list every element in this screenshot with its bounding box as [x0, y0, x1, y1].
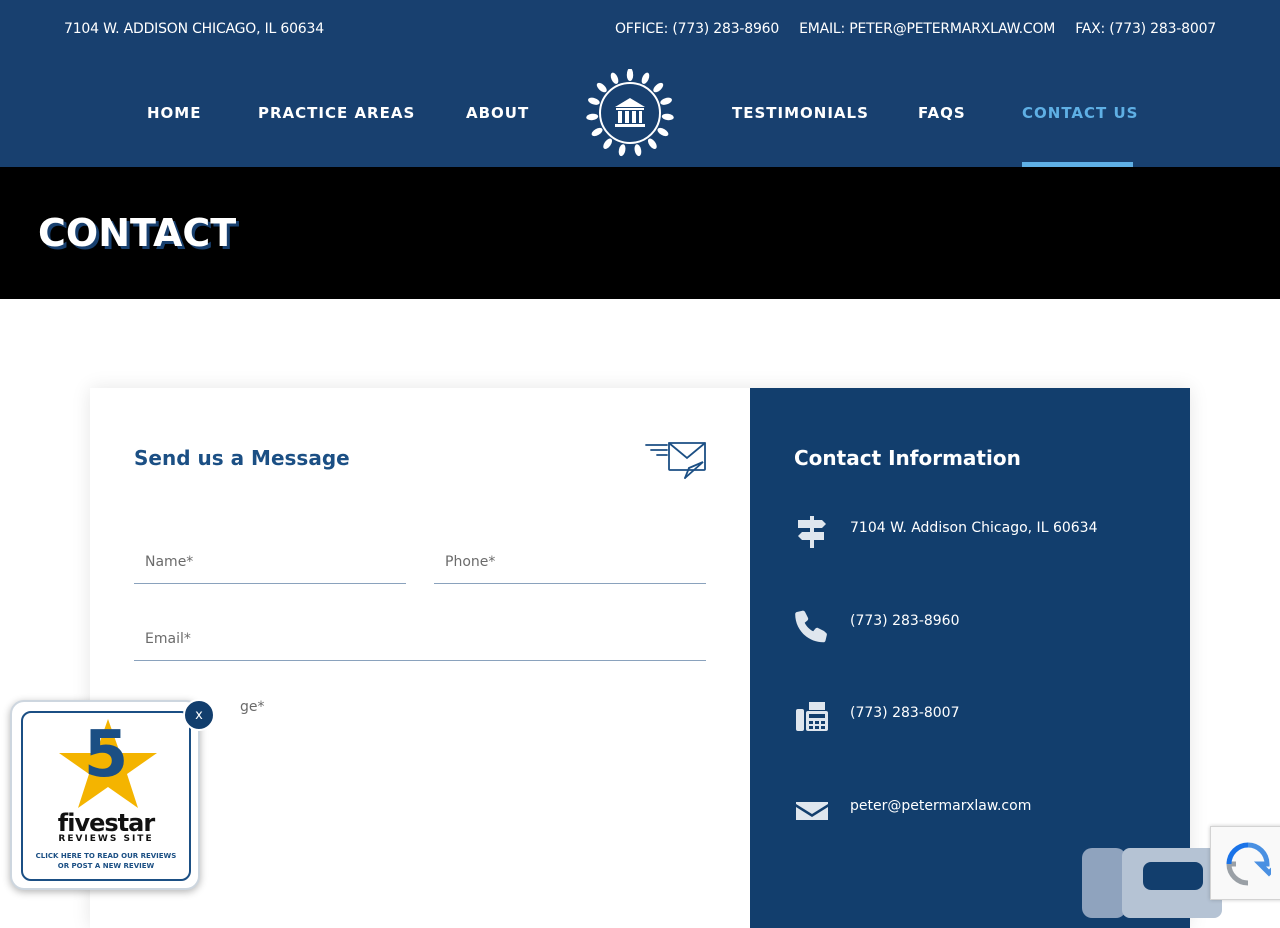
badge-cta[interactable]: CLICK HERE TO READ OUR REVIEWS OR POST A…	[23, 851, 189, 871]
top-address[interactable]: 7104 W. ADDISON CHICAGO, IL 60634	[64, 21, 324, 37]
info-fax[interactable]: (773) 283-8007	[850, 705, 960, 721]
phone-field[interactable]	[434, 540, 706, 584]
name-field[interactable]	[134, 540, 406, 584]
info-phone-row: (773) 283-8960	[794, 607, 1164, 647]
info-email-row: peter@petermarxlaw.com	[794, 792, 1164, 832]
recaptcha-badge[interactable]	[1210, 826, 1280, 900]
contact-info-panel: Contact Information 7104 W. Addison Chic…	[750, 388, 1222, 928]
badge-number: 5	[83, 718, 129, 792]
top-office-phone[interactable]: OFFICE: (773) 283-8960	[615, 21, 779, 37]
info-address[interactable]: 7104 W. Addison Chicago, IL 60634	[850, 520, 1097, 536]
courthouse-laurel-logo[interactable]	[586, 69, 674, 157]
main-nav: HOME PRACTICE AREAS ABOUT TESTIMONIALS F…	[0, 62, 1280, 167]
message-label[interactable]: ge*	[240, 699, 265, 715]
name-input[interactable]	[134, 540, 406, 583]
nav-practice-areas[interactable]: PRACTICE AREAS	[258, 104, 415, 122]
nav-home[interactable]: HOME	[147, 104, 201, 122]
top-contacts: OFFICE: (773) 283-8960 EMAIL: PETER@PETE…	[615, 21, 1216, 37]
top-contact-bar: 7104 W. ADDISON CHICAGO, IL 60634 OFFICE…	[0, 0, 1280, 62]
recaptcha-icon	[1226, 842, 1271, 886]
form-title: Send us a Message	[134, 446, 350, 470]
phone-input[interactable]	[434, 540, 706, 583]
page-title: CONTACT	[38, 211, 237, 255]
contact-card: Send us a Message ge* Contact Informatio…	[90, 388, 1222, 928]
top-fax[interactable]: FAX: (773) 283-8007	[1075, 21, 1216, 37]
fax-icon	[796, 702, 828, 731]
nav-faqs[interactable]: FAQS	[918, 104, 966, 122]
badge-site: REVIEWS SITE	[58, 834, 154, 844]
page-hero: CONTACT	[0, 167, 1280, 299]
signpost-icon	[798, 516, 826, 548]
email-input[interactable]	[134, 617, 706, 660]
decorative-shape	[1082, 848, 1222, 918]
email-field[interactable]	[134, 617, 706, 661]
top-email[interactable]: EMAIL: PETER@PETERMARXLAW.COM	[799, 21, 1055, 37]
nav-testimonials[interactable]: TESTIMONIALS	[732, 104, 869, 122]
nav-about[interactable]: ABOUT	[466, 104, 529, 122]
info-fax-row: (773) 283-8007	[794, 699, 1164, 739]
badge-frame[interactable]: 5 fivestar REVIEWS SITE CLICK HERE TO RE…	[21, 711, 191, 881]
envelope-send-icon	[645, 442, 706, 479]
info-email[interactable]: peter@petermarxlaw.com	[850, 798, 1031, 814]
info-address-row: 7104 W. Addison Chicago, IL 60634	[794, 514, 1164, 554]
badge-brand: fivestar	[57, 809, 155, 837]
badge-cta-line-2: OR POST A NEW REVIEW	[57, 862, 155, 870]
badge-close-button[interactable]: x	[183, 699, 215, 731]
phone-icon	[795, 610, 827, 643]
nav-contact-us[interactable]: CONTACT US	[1022, 104, 1138, 122]
info-phone[interactable]: (773) 283-8960	[850, 613, 960, 629]
info-title: Contact Information	[794, 446, 1021, 470]
envelope-icon	[796, 802, 828, 820]
badge-cta-line-1: CLICK HERE TO READ OUR REVIEWS	[35, 852, 177, 860]
fivestar-reviews-badge[interactable]: 5 fivestar REVIEWS SITE CLICK HERE TO RE…	[10, 699, 215, 890]
